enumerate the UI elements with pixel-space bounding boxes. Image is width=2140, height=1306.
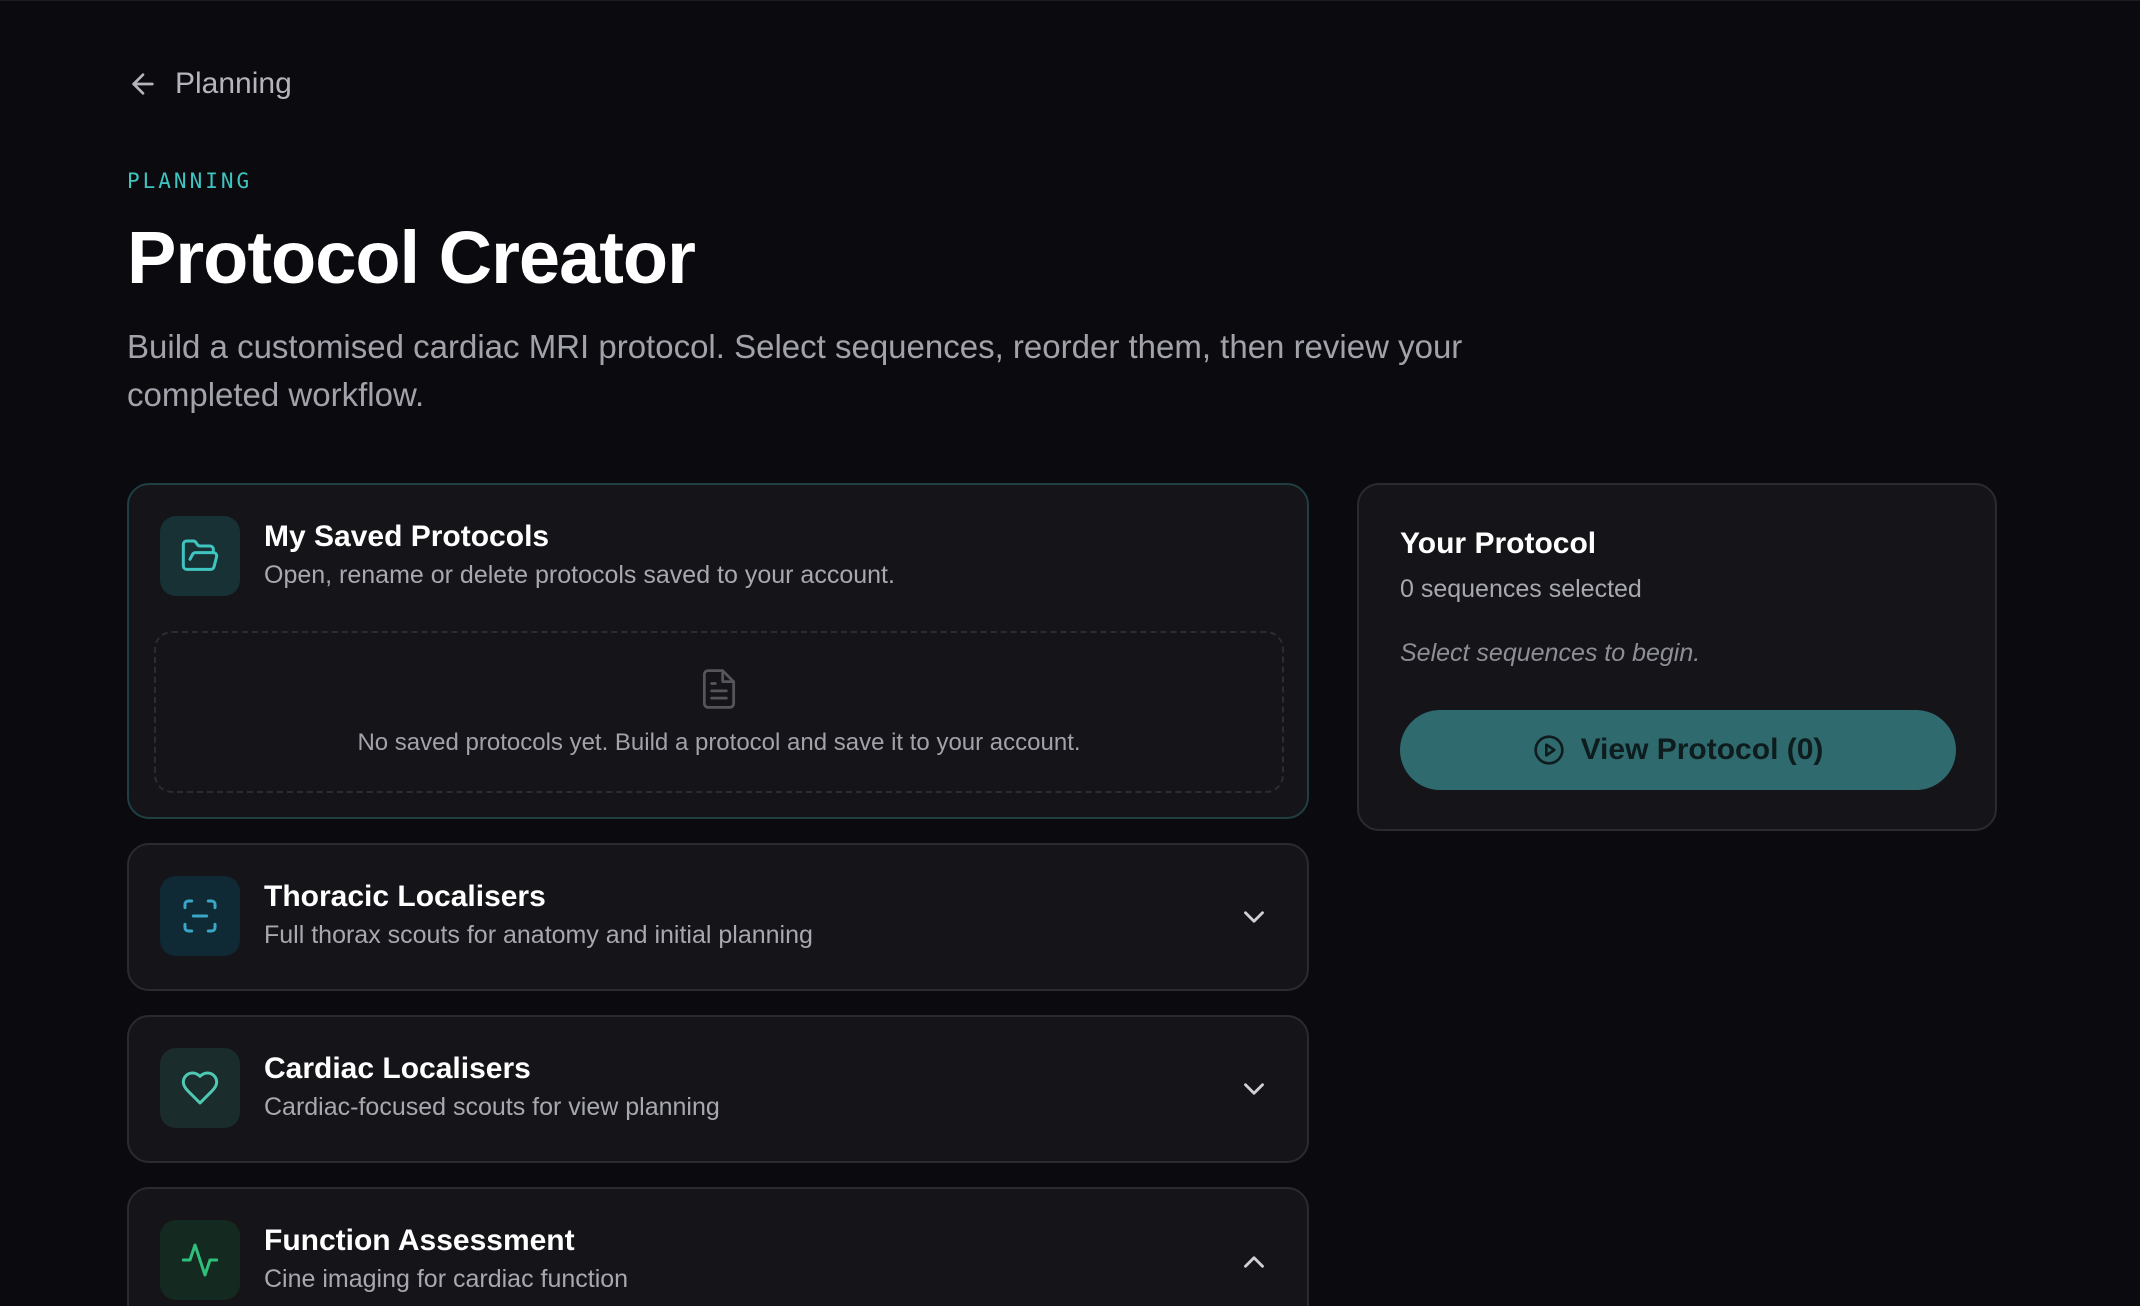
section-description: Full thorax scouts for anatomy and initi… [264, 921, 813, 949]
saved-protocols-card: My Saved Protocols Open, rename or delet… [127, 483, 1309, 819]
back-link-label: Planning [175, 67, 292, 100]
heart-icon [160, 1048, 240, 1128]
view-protocol-button[interactable]: View Protocol (0) [1400, 710, 1956, 790]
scan-icon [160, 876, 240, 956]
section-function-assessment[interactable]: Function Assessment Cine imaging for car… [127, 1187, 1309, 1306]
section-title: Cardiac Localisers [264, 1052, 531, 1085]
section-title: Function Assessment [264, 1224, 575, 1257]
chevron-down-icon[interactable] [1237, 1072, 1271, 1106]
play-circle-icon [1533, 734, 1565, 766]
saved-protocols-empty-state: No saved protocols yet. Build a protocol… [154, 631, 1284, 793]
view-protocol-label: View Protocol (0) [1580, 733, 1824, 766]
file-text-icon [697, 665, 741, 713]
page-subtitle: Build a customised cardiac MRI protocol.… [127, 328, 1463, 413]
chevron-up-icon[interactable] [1237, 1245, 1271, 1279]
sequence-count: 0 sequences selected [1400, 575, 1642, 603]
section-description: Cine imaging for cardiac function [264, 1265, 629, 1293]
your-protocol-panel: Your Protocol 0 sequences selected Selec… [1357, 483, 1997, 831]
section-description: Cardiac-focused scouts for view planning [264, 1093, 720, 1121]
arrow-left-icon [127, 68, 159, 100]
activity-icon [160, 1220, 240, 1300]
protocol-creator-page: Planning PLANNING Protocol Creator Build… [0, 0, 2140, 1306]
saved-protocols-title: My Saved Protocols [264, 520, 550, 553]
protocol-hint: Select sequences to begin. [1400, 639, 1701, 667]
saved-protocols-description: Open, rename or delete protocols saved t… [264, 561, 895, 589]
folder-open-icon [160, 516, 240, 596]
page-title: Protocol Creator [127, 216, 696, 299]
empty-state-text: No saved protocols yet. Build a protocol… [357, 729, 1081, 756]
section-cardiac-localisers[interactable]: Cardiac Localisers Cardiac-focused scout… [127, 1015, 1309, 1163]
section-title: Thoracic Localisers [264, 880, 546, 913]
your-protocol-title: Your Protocol [1400, 527, 1597, 560]
chevron-down-icon[interactable] [1237, 900, 1271, 934]
page-eyebrow: PLANNING [127, 169, 253, 193]
section-thoracic-localisers[interactable]: Thoracic Localisers Full thorax scouts f… [127, 843, 1309, 991]
back-link[interactable]: Planning [127, 67, 292, 101]
